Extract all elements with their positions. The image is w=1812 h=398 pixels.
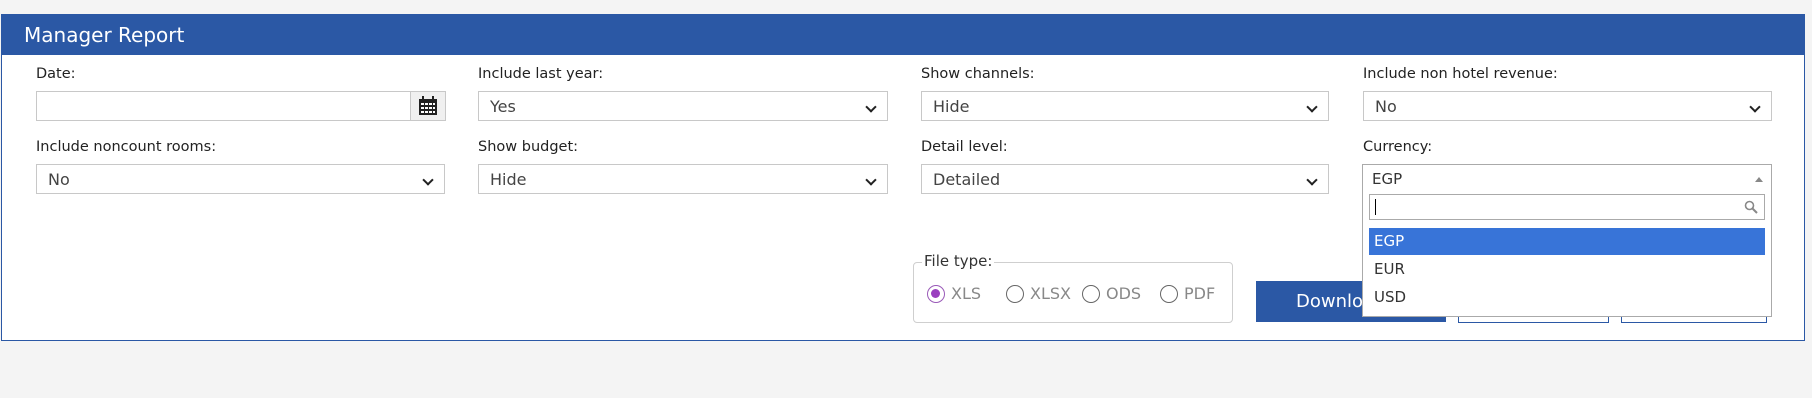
file-type-xls-label: XLS xyxy=(951,284,982,303)
include-noncount-rooms-label: Include noncount rooms: xyxy=(36,139,217,155)
currency-dropdown: EGP EUR USD xyxy=(1362,187,1772,317)
include-last-year-field: Include last year: Yes xyxy=(478,66,888,122)
calendar-icon xyxy=(419,96,437,115)
chevron-down-icon xyxy=(865,101,877,113)
file-type-xlsx-label: XLSX xyxy=(1030,284,1071,303)
show-channels-field: Show channels: Hide xyxy=(921,66,1329,122)
currency-option-eur[interactable]: EUR xyxy=(1369,256,1765,283)
show-budget-label: Show budget: xyxy=(478,139,579,155)
radio-unchecked-icon xyxy=(1082,285,1100,303)
currency-search-box xyxy=(1369,194,1765,220)
detail-level-label: Detail level: xyxy=(921,139,1008,155)
chevron-down-icon xyxy=(865,174,877,186)
show-channels-label: Show channels: xyxy=(921,66,1035,82)
date-input[interactable] xyxy=(37,92,413,120)
include-noncount-rooms-value: No xyxy=(48,170,70,189)
detail-level-field: Detail level: Detailed xyxy=(921,139,1329,195)
radio-unchecked-icon xyxy=(1006,285,1024,303)
chevron-down-icon xyxy=(1749,101,1761,113)
file-type-legend: File type: xyxy=(922,252,995,270)
date-label: Date: xyxy=(36,66,76,82)
show-budget-field: Show budget: Hide xyxy=(478,139,888,195)
show-budget-value: Hide xyxy=(490,170,527,189)
detail-level-value: Detailed xyxy=(933,170,1001,189)
file-type-ods-label: ODS xyxy=(1106,284,1142,303)
show-budget-select[interactable]: Hide xyxy=(478,164,888,194)
include-last-year-label: Include last year: xyxy=(478,66,604,82)
include-non-hotel-revenue-value: No xyxy=(1375,97,1397,116)
include-non-hotel-revenue-field: Include non hotel revenue: No xyxy=(1363,66,1772,122)
chevron-down-icon xyxy=(1306,101,1318,113)
include-non-hotel-revenue-label: Include non hotel revenue: xyxy=(1363,66,1558,82)
show-channels-select[interactable]: Hide xyxy=(921,91,1329,121)
include-non-hotel-revenue-select[interactable]: No xyxy=(1363,91,1772,121)
file-type-pdf-label: PDF xyxy=(1184,284,1216,303)
include-last-year-value: Yes xyxy=(490,97,516,116)
currency-label: Currency: xyxy=(1363,139,1433,155)
chevron-down-icon xyxy=(1306,174,1318,186)
currency-search-input[interactable] xyxy=(1370,195,1740,219)
currency-option-usd[interactable]: USD xyxy=(1369,284,1765,311)
chevron-up-icon xyxy=(1755,177,1763,182)
date-input-wrapper xyxy=(36,91,446,121)
currency-option-egp[interactable]: EGP xyxy=(1369,228,1765,255)
include-last-year-select[interactable]: Yes xyxy=(478,91,888,121)
calendar-button[interactable] xyxy=(410,92,445,120)
show-channels-value: Hide xyxy=(933,97,970,116)
radio-checked-icon xyxy=(927,285,945,303)
chevron-down-icon xyxy=(422,174,434,186)
detail-level-select[interactable]: Detailed xyxy=(921,164,1329,194)
file-type-group: File type: XLS XLSX ODS PDF xyxy=(913,252,1233,323)
include-noncount-rooms-select[interactable]: No xyxy=(36,164,445,194)
radio-unchecked-icon xyxy=(1160,285,1178,303)
search-icon xyxy=(1744,200,1758,214)
date-field: Date: xyxy=(36,66,446,122)
include-noncount-rooms-field: Include noncount rooms: No xyxy=(36,139,445,195)
panel-title: Manager Report xyxy=(2,15,1804,55)
